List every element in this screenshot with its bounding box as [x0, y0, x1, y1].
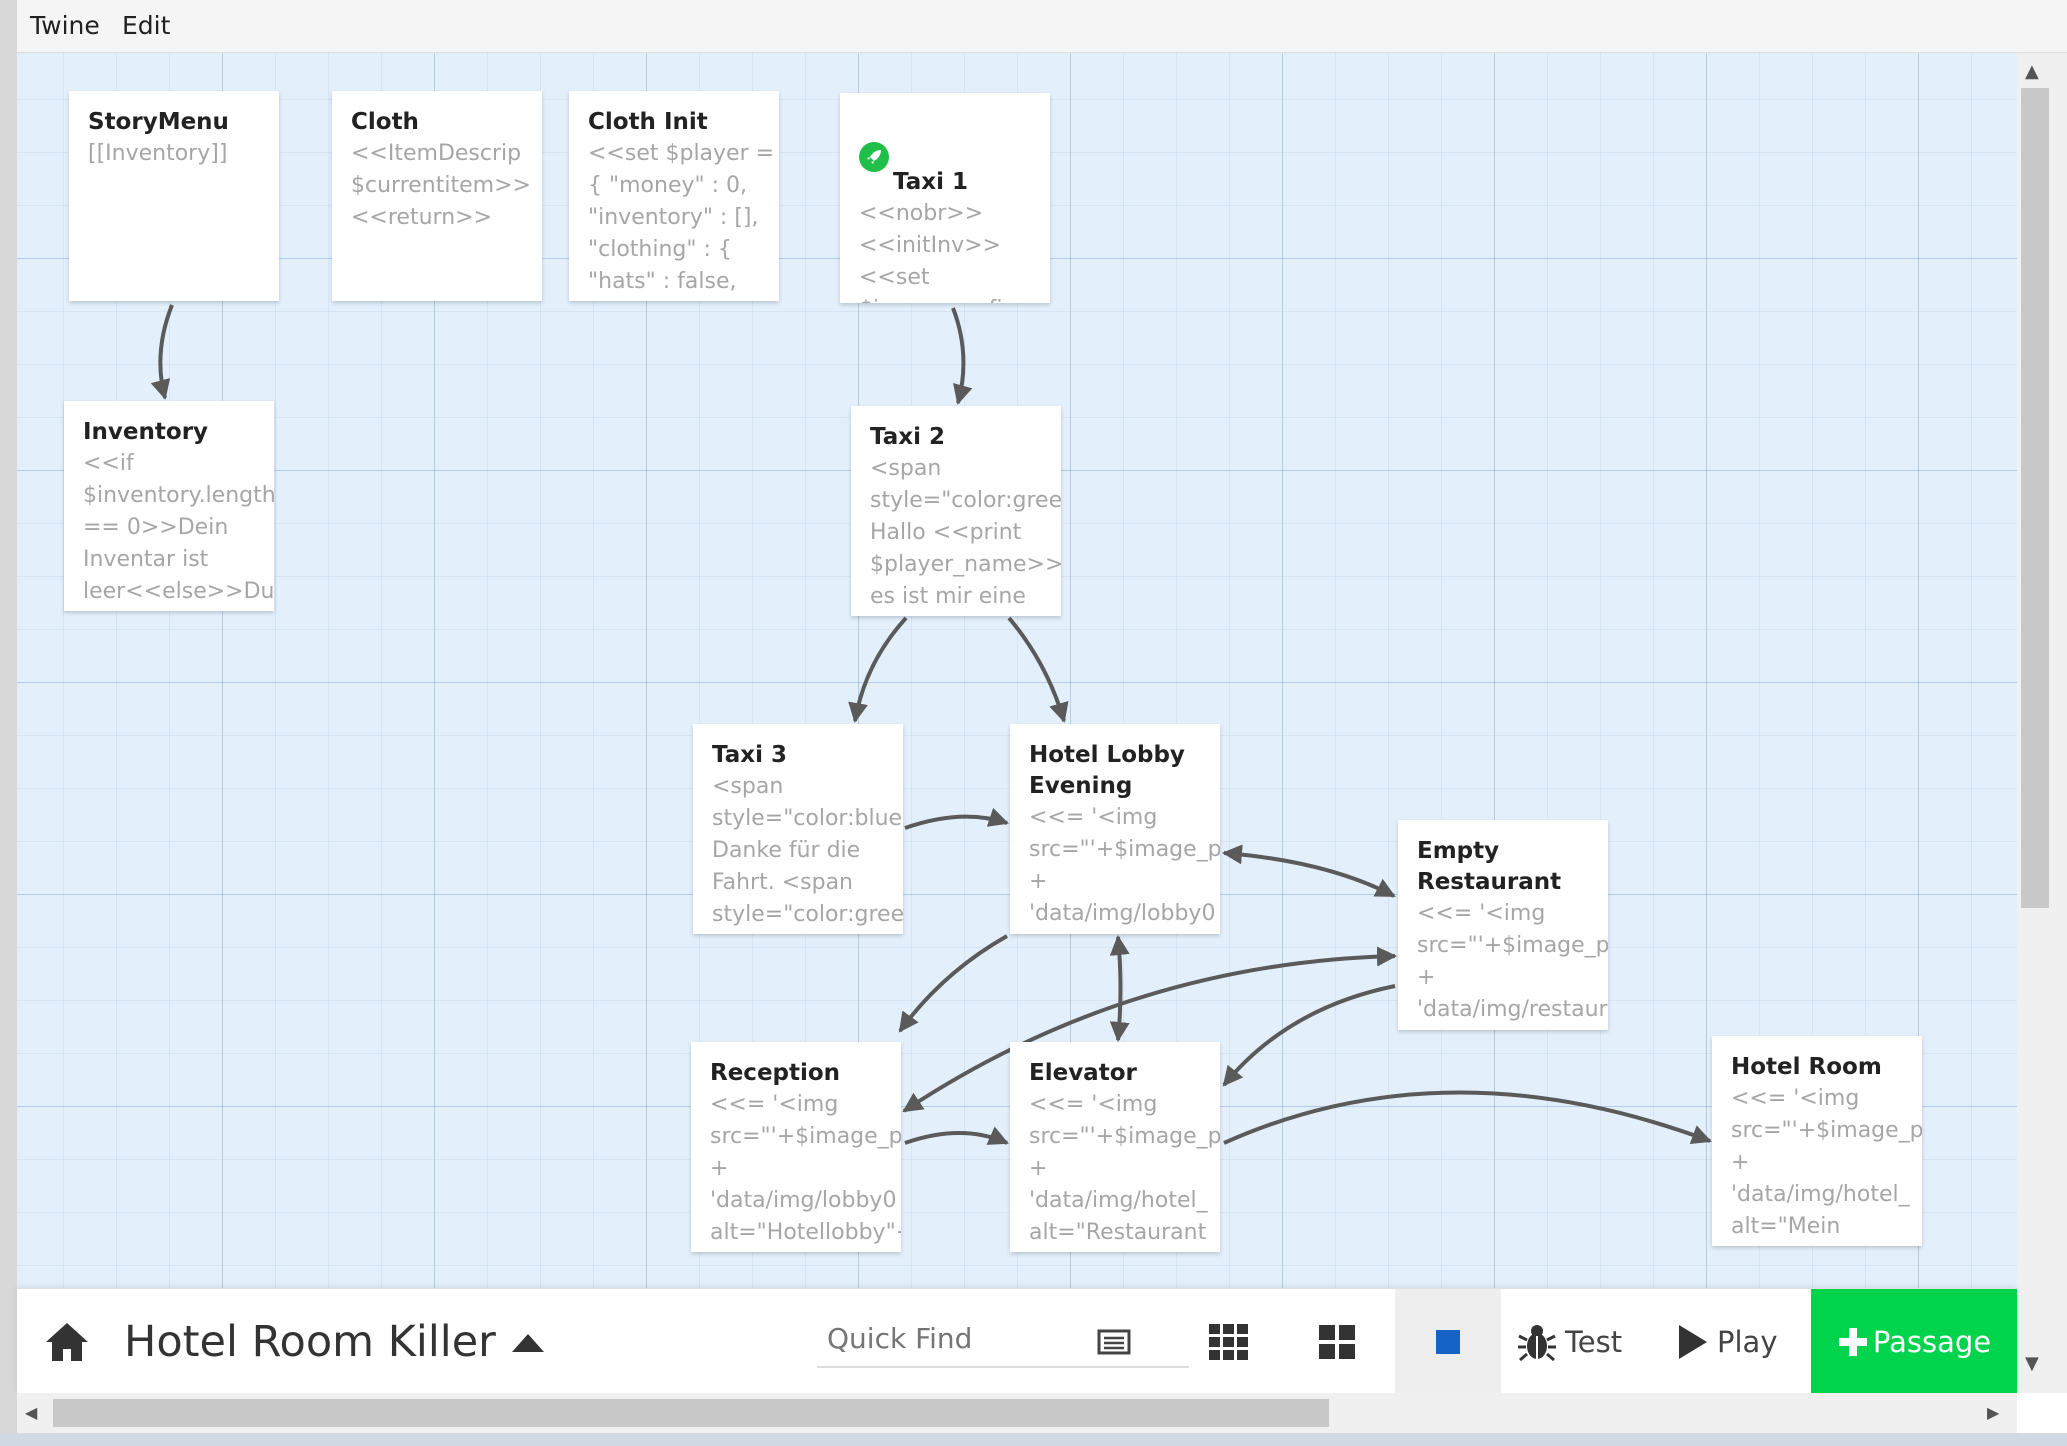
passage-title: Elevator	[1029, 1060, 1137, 1086]
zoom-medium-button[interactable]	[1317, 1289, 1357, 1394]
window-edge	[0, 0, 18, 1446]
passage-label: Passage	[1872, 1324, 1992, 1359]
vertical-scroll-thumb[interactable]	[2021, 88, 2049, 908]
plus-icon	[1838, 1327, 1867, 1356]
horizontal-scroll-thumb[interactable]	[53, 1399, 1329, 1427]
link-lobby-elevator	[1109, 935, 1130, 1042]
passage-hotel-room[interactable]: Hotel Room <<= '<img src="'+$image_pr + …	[1712, 1036, 1922, 1246]
zoom-large-button[interactable]	[1395, 1289, 1501, 1394]
menu-bar: Twine Edit	[17, 0, 2067, 53]
home-icon	[46, 1322, 88, 1361]
twine-window: Twine Edit StoryMenu [[Inventory]] Cloth…	[0, 0, 2067, 1446]
square-icon	[1436, 1329, 1460, 1354]
passage-title: Taxi 1	[893, 169, 968, 195]
passage-excerpt: <<ItemDescrip $currentitem>> <<return>>	[351, 141, 531, 230]
link-taxi3-lobby	[904, 807, 1009, 830]
passage-inventory[interactable]: Inventory <<if $inventory.length == 0>>D…	[64, 401, 274, 611]
play-button[interactable]: Play	[1677, 1289, 1777, 1394]
passage-taxi-2[interactable]: Taxi 2 <span style="color:green Hallo <<…	[851, 406, 1061, 616]
menu-edit[interactable]: Edit	[122, 11, 170, 40]
passage-taxi-1[interactable]: Taxi 1 <<nobr>> <<initInv>> <<set $image…	[840, 93, 1050, 303]
triangle-up-icon	[511, 1333, 544, 1352]
vertical-scrollbar[interactable]: ▲ ▼	[2017, 53, 2067, 1393]
horizontal-scrollbar[interactable]: ◀ ▶	[17, 1393, 2017, 1433]
grid-small-icon	[1209, 1323, 1248, 1360]
new-passage-button[interactable]: Passage	[1811, 1289, 2017, 1394]
passage-excerpt: <<= '<img src="'+$image_pr + 'data/img/l…	[1029, 805, 1220, 926]
passage-cloth[interactable]: Cloth <<ItemDescrip $currentitem>> <<ret…	[332, 91, 542, 301]
rocket-icon	[859, 142, 889, 172]
zoom-small-button[interactable]	[1207, 1289, 1251, 1394]
scroll-up-icon[interactable]: ▲	[2025, 61, 2039, 82]
link-reception-elevator	[904, 1126, 1009, 1145]
passage-title: Reception	[710, 1060, 841, 1086]
passage-excerpt: <<set $player = { "money" : 0, "inventor…	[588, 141, 775, 294]
bug-icon	[1518, 1324, 1556, 1361]
passage-title: Empty Restaurant	[1417, 838, 1562, 895]
scroll-down-icon[interactable]: ▼	[2025, 1353, 2039, 1374]
passage-excerpt: <<= '<img src="'+$image_pr + 'data/img/h…	[1731, 1086, 1922, 1239]
link-storymenu-inventory	[150, 304, 174, 400]
play-icon	[1679, 1324, 1707, 1359]
passage-excerpt: [[Inventory]]	[88, 141, 228, 166]
link-taxi2-lobby	[1007, 616, 1069, 723]
quick-find-input[interactable]	[817, 1311, 1189, 1368]
passage-title: Taxi 2	[870, 424, 945, 450]
passage-title: Cloth Init	[588, 109, 708, 135]
window-edge	[0, 1433, 2067, 1446]
passage-cloth-init[interactable]: Cloth Init <<set $player = { "money" : 0…	[569, 91, 779, 301]
passage-excerpt: <<= '<img src="'+$image_pr + 'data/img/r…	[1417, 901, 1608, 1022]
test-button[interactable]: Test	[1517, 1289, 1622, 1394]
passage-excerpt: <<= '<img src="'+$image_pr + 'data/img/h…	[1029, 1092, 1220, 1245]
scroll-right-icon[interactable]: ▶	[1987, 1403, 1999, 1422]
passage-title: Hotel Lobby Evening	[1029, 742, 1185, 799]
test-label: Test	[1565, 1324, 1623, 1359]
link-elevator-hotelroom	[1223, 1090, 1712, 1145]
library-button[interactable]	[43, 1289, 91, 1394]
passage-title: Hotel Room	[1731, 1054, 1882, 1080]
highlight-button[interactable]	[1097, 1289, 1131, 1394]
passage-excerpt: <<if $inventory.length == 0>>Dein Invent…	[83, 451, 274, 604]
scroll-left-icon[interactable]: ◀	[25, 1403, 37, 1422]
menu-twine[interactable]: Twine	[30, 11, 100, 40]
story-map[interactable]: StoryMenu [[Inventory]] Cloth <<ItemDesc…	[17, 53, 2017, 1288]
passage-empty-restaurant[interactable]: Empty Restaurant <<= '<img src="'+$image…	[1398, 820, 1608, 1030]
passage-taxi-3[interactable]: Taxi 3 <span style="color:blue" Danke fü…	[693, 724, 903, 934]
passage-title: Cloth	[351, 109, 419, 135]
passage-reception[interactable]: Reception <<= '<img src="'+$image_pr + '…	[691, 1042, 901, 1252]
link-taxi1-taxi2	[951, 307, 973, 405]
passage-excerpt: <<nobr>> <<initInv>> <<set $image_prefix…	[859, 201, 1015, 303]
passage-excerpt: <span style="color:green Hallo <<print $…	[870, 456, 1061, 609]
story-title: Hotel Room Killer	[124, 1316, 496, 1367]
story-toolbar: Hotel Room Killer Quick Find Test Play P…	[17, 1288, 2017, 1394]
link-taxi2-taxi3	[848, 616, 908, 723]
passage-hotel-lobby-evening[interactable]: Hotel Lobby Evening <<= '<img src="'+$im…	[1010, 724, 1220, 934]
play-label: Play	[1717, 1324, 1778, 1359]
link-lobby-restaurant	[1222, 844, 1396, 898]
link-restaurant-elevator	[1222, 984, 1396, 1087]
passage-excerpt: <<= '<img src="'+$image_pr + 'data/img/l…	[710, 1092, 901, 1245]
passage-title: Inventory	[83, 419, 209, 445]
passage-excerpt: <span style="color:blue" Danke für die F…	[712, 774, 903, 927]
passage-title: Taxi 3	[712, 742, 787, 768]
list-icon	[1097, 1329, 1131, 1354]
passage-storymenu[interactable]: StoryMenu [[Inventory]]	[69, 91, 279, 301]
link-lobby-reception	[898, 934, 1008, 1033]
story-menu-button[interactable]: Hotel Room Killer	[124, 1289, 546, 1394]
grid-medium-icon	[1319, 1324, 1355, 1359]
passage-title: StoryMenu	[88, 109, 229, 135]
passage-elevator[interactable]: Elevator <<= '<img src="'+$image_pr + 'd…	[1010, 1042, 1220, 1252]
